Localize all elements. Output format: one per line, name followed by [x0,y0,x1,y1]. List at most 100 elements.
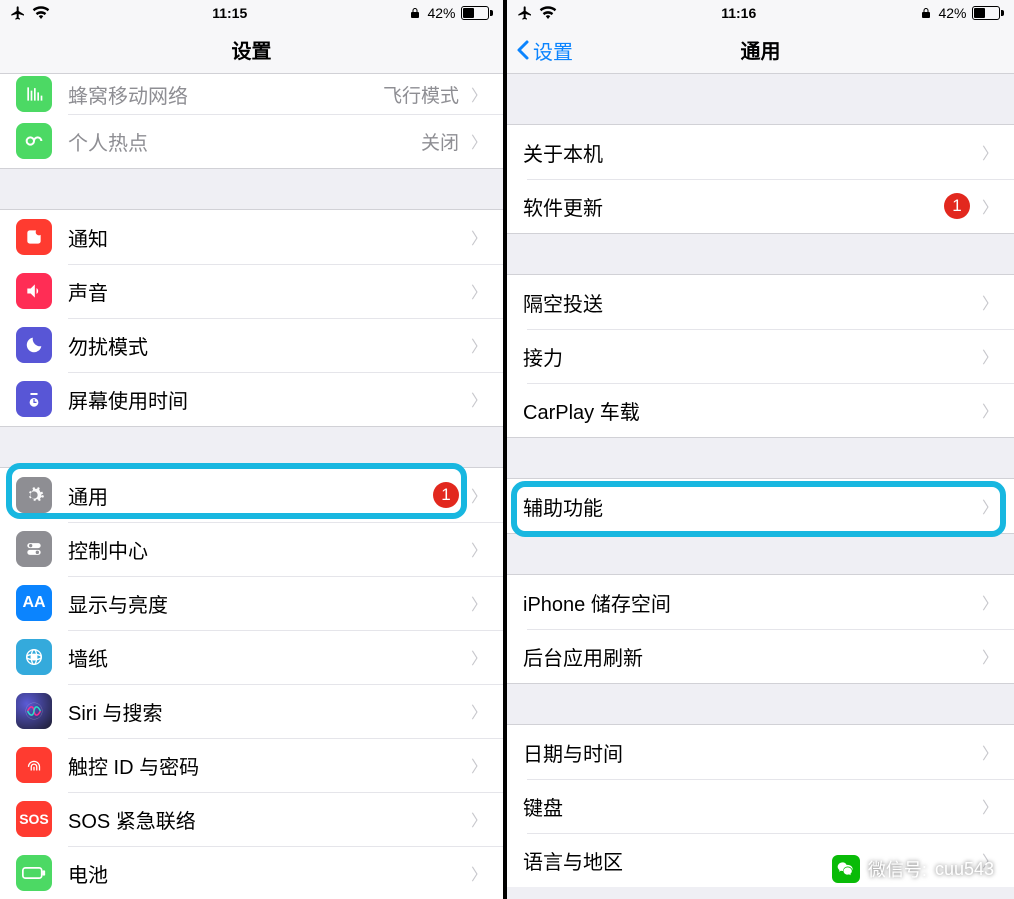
chevron-right-icon: 〉 [471,537,487,561]
screentime-label: 屏幕使用时间 [68,385,467,414]
row-keyboard[interactable]: 键盘 〉 [507,779,1014,833]
chevron-right-icon: 〉 [471,753,487,777]
update-badge: 1 [944,193,970,219]
chevron-right-icon: 〉 [982,644,998,668]
display-label: 显示与亮度 [68,589,467,618]
battery-pct: 42% [938,5,966,21]
general-icon [16,477,52,513]
row-cellular[interactable]: 蜂窝移动网络 飞行模式 〉 [0,74,503,114]
row-hotspot[interactable]: 个人热点 关闭 〉 [0,114,503,168]
chevron-right-icon: 〉 [471,861,487,885]
row-battery[interactable]: 电池 〉 [0,846,503,899]
chevron-right-icon: 〉 [471,483,487,507]
dnd-icon [16,327,52,363]
chevron-right-icon: 〉 [982,194,998,218]
row-sos[interactable]: SOS SOS 紧急联络 〉 [0,792,503,846]
group-network: 蜂窝移动网络 飞行模式 〉 个人热点 关闭 〉 [0,74,503,169]
airplane-icon [10,5,26,21]
sos-icon: SOS [16,801,52,837]
chevron-right-icon: 〉 [471,645,487,669]
wechat-icon [832,855,860,883]
sos-label: SOS 紧急联络 [68,805,467,834]
lock-icon [920,6,932,20]
wifi-icon [539,6,557,20]
chevron-right-icon: 〉 [982,140,998,164]
group-continuity: 隔空投送 〉 接力 〉 CarPlay 车载 〉 [507,274,1014,438]
sounds-label: 声音 [68,277,467,306]
row-screentime[interactable]: 屏幕使用时间 〉 [0,372,503,426]
nav-back-label: 设置 [533,36,573,65]
chevron-right-icon: 〉 [471,279,487,303]
row-wallpaper[interactable]: 墙纸 〉 [0,630,503,684]
spacer [507,234,1014,274]
general-pane-right: 11:16 42% 设置 通用 关于本机 〉 软件更新 1 〉 [507,0,1014,899]
chevron-left-icon [515,38,531,62]
battery-label: 电池 [68,859,467,888]
spacer [0,169,503,209]
wifi-icon [32,6,50,20]
accessibility-label: 辅助功能 [523,492,978,521]
touchid-icon [16,747,52,783]
control-center-label: 控制中心 [68,535,467,564]
battery-pct: 42% [427,5,455,21]
group-alerts: 通知 〉 声音 〉 勿扰模式 〉 屏幕使用时间 〉 [0,209,503,427]
keyboard-label: 键盘 [523,792,978,821]
chevron-right-icon: 〉 [982,398,998,422]
row-bg-refresh[interactable]: 后台应用刷新 〉 [507,629,1014,683]
chevron-right-icon: 〉 [982,290,998,314]
hotspot-label: 个人热点 [68,127,421,156]
spacer [0,427,503,467]
siri-icon [16,693,52,729]
storage-label: iPhone 储存空间 [523,588,978,617]
row-dnd[interactable]: 勿扰模式 〉 [0,318,503,372]
group-about: 关于本机 〉 软件更新 1 〉 [507,124,1014,234]
display-icon: AA [16,585,52,621]
row-storage[interactable]: iPhone 储存空间 〉 [507,575,1014,629]
row-control-center[interactable]: 控制中心 〉 [0,522,503,576]
row-general[interactable]: 通用 1 〉 [0,468,503,522]
row-carplay[interactable]: CarPlay 车载 〉 [507,383,1014,437]
nav-back-button[interactable]: 设置 [515,26,573,74]
chevron-right-icon: 〉 [982,344,998,368]
carplay-label: CarPlay 车载 [523,396,978,425]
row-sounds[interactable]: 声音 〉 [0,264,503,318]
chevron-right-icon: 〉 [471,591,487,615]
chevron-right-icon: 〉 [982,494,998,518]
watermark: 微信号: cuu543 [832,855,994,883]
airdrop-label: 隔空投送 [523,288,978,317]
settings-pane-left: 11:15 42% 设置 蜂窝移动网络 飞行模式 〉 个人热点 关闭 〉 [0,0,507,899]
hotspot-value: 关闭 [421,128,459,155]
group-general: 通用 1 〉 控制中心 〉 AA 显示与亮度 〉 墙纸 〉 Siri 与搜 [0,467,503,899]
group-storage: iPhone 储存空间 〉 后台应用刷新 〉 [507,574,1014,684]
spacer [507,74,1014,124]
row-datetime[interactable]: 日期与时间 〉 [507,725,1014,779]
datetime-label: 日期与时间 [523,738,978,767]
chevron-right-icon: 〉 [471,699,487,723]
row-accessibility[interactable]: 辅助功能 〉 [507,479,1014,533]
row-touchid[interactable]: 触控 ID 与密码 〉 [0,738,503,792]
row-siri[interactable]: Siri 与搜索 〉 [0,684,503,738]
cellular-label: 蜂窝移动网络 [68,80,383,109]
nav-bar: 设置 [0,26,503,74]
row-about[interactable]: 关于本机 〉 [507,125,1014,179]
cellular-value: 飞行模式 [383,81,459,108]
chevron-right-icon: 〉 [982,590,998,614]
row-notifications[interactable]: 通知 〉 [0,210,503,264]
status-bar: 11:15 42% [0,0,503,26]
hotspot-icon [16,123,52,159]
chevron-right-icon: 〉 [471,333,487,357]
spacer [507,438,1014,478]
watermark-prefix: 微信号: [868,856,927,882]
status-time: 11:16 [721,5,756,21]
chevron-right-icon: 〉 [982,740,998,764]
about-label: 关于本机 [523,138,978,167]
screentime-icon [16,381,52,417]
battery-row-icon [16,855,52,891]
row-airdrop[interactable]: 隔空投送 〉 [507,275,1014,329]
nav-title: 设置 [232,35,272,64]
row-display[interactable]: AA 显示与亮度 〉 [0,576,503,630]
row-handoff[interactable]: 接力 〉 [507,329,1014,383]
wallpaper-label: 墙纸 [68,643,467,672]
chevron-right-icon: 〉 [471,807,487,831]
row-software-update[interactable]: 软件更新 1 〉 [507,179,1014,233]
